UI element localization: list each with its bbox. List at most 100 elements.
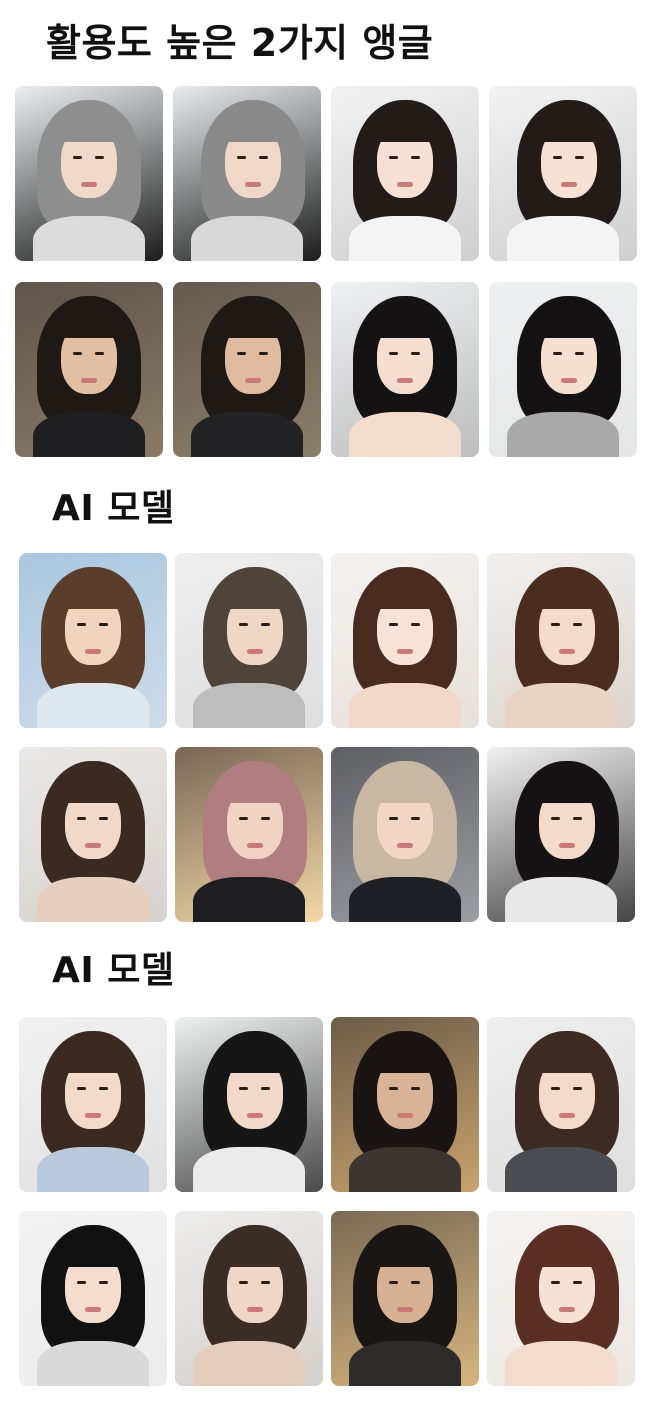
lips xyxy=(85,843,101,848)
lips xyxy=(247,1113,263,1118)
lips xyxy=(85,649,101,654)
lips xyxy=(397,843,413,848)
lips xyxy=(559,1307,575,1312)
hair-fringe xyxy=(531,1037,603,1073)
hair-fringe xyxy=(533,302,605,338)
torso xyxy=(193,1147,305,1192)
hair-fringe xyxy=(531,767,603,803)
lips xyxy=(397,1113,413,1118)
hair-fringe xyxy=(53,106,125,142)
eye-left xyxy=(239,817,248,820)
lips xyxy=(397,649,413,654)
hair-fringe xyxy=(57,573,129,609)
photo-woman-black-wavy-hair-striped-shirt xyxy=(175,1017,323,1192)
lips xyxy=(81,378,97,383)
hair-fringe xyxy=(219,573,291,609)
hair-fringe xyxy=(531,1231,603,1267)
eye-left xyxy=(389,623,398,626)
eye-left xyxy=(551,623,560,626)
lips xyxy=(559,649,575,654)
hair-fringe xyxy=(369,1231,441,1267)
torso xyxy=(349,412,461,457)
hair-fringe xyxy=(369,1037,441,1073)
eye-left xyxy=(239,623,248,626)
hair-fringe xyxy=(369,573,441,609)
torso xyxy=(193,1341,305,1386)
lips xyxy=(81,182,97,187)
photo-woman-dark-wavy-hair-white-shirt-side xyxy=(489,86,637,261)
eye-right xyxy=(95,352,104,355)
eye-left xyxy=(551,1087,560,1090)
eye-right xyxy=(411,352,420,355)
eye-left xyxy=(389,156,398,159)
torso xyxy=(505,683,617,728)
eye-left xyxy=(551,817,560,820)
hair-fringe xyxy=(369,767,441,803)
photo-man-gray-hair-hoodie-side xyxy=(173,86,321,261)
eye-right xyxy=(99,623,108,626)
eye-left xyxy=(389,1087,398,1090)
hair-fringe xyxy=(57,1037,129,1073)
eye-left xyxy=(237,156,246,159)
hair-fringe xyxy=(531,573,603,609)
lips xyxy=(559,843,575,848)
torso xyxy=(191,216,303,261)
eye-left xyxy=(553,156,562,159)
eye-right xyxy=(411,623,420,626)
photo-woman-brown-bob-bangs xyxy=(487,1017,635,1192)
hair-fringe xyxy=(57,767,129,803)
eye-left xyxy=(389,817,398,820)
lips xyxy=(85,1113,101,1118)
eye-right xyxy=(573,1087,582,1090)
photo-man-curly-hair-back-salon xyxy=(331,1017,479,1192)
torso xyxy=(505,1147,617,1192)
torso xyxy=(33,412,145,457)
eye-right xyxy=(261,817,270,820)
torso xyxy=(37,877,149,922)
photo-man-curly-hair-black-sweater-cafe xyxy=(15,282,163,457)
lips xyxy=(247,649,263,654)
lips xyxy=(247,1307,263,1312)
photo-woman-brown-bob-sky xyxy=(19,553,167,728)
eye-right xyxy=(261,1281,270,1284)
lips xyxy=(561,378,577,383)
eye-right xyxy=(573,623,582,626)
torso xyxy=(193,683,305,728)
eye-left xyxy=(389,1281,398,1284)
eye-right xyxy=(411,156,420,159)
lips xyxy=(559,1113,575,1118)
photo-woman-brown-layered-bangs-blue-top xyxy=(19,1017,167,1192)
torso xyxy=(349,1147,461,1192)
lips xyxy=(397,378,413,383)
eye-left xyxy=(73,156,82,159)
eye-right xyxy=(573,1281,582,1284)
hair-fringe xyxy=(217,106,289,142)
torso xyxy=(37,1341,149,1386)
eye-right xyxy=(95,156,104,159)
photo-woman-dark-wavy-hair-white-shirt-front xyxy=(331,86,479,261)
torso xyxy=(349,877,461,922)
photo-man-curly-hair-black-sweater-phone xyxy=(173,282,321,457)
hair-fringe xyxy=(369,106,441,142)
eye-right xyxy=(259,352,268,355)
hair-fringe xyxy=(217,302,289,338)
lips xyxy=(245,378,261,383)
photo-grid xyxy=(0,0,652,1420)
eye-left xyxy=(389,352,398,355)
torso xyxy=(37,683,149,728)
torso xyxy=(349,683,461,728)
eye-right xyxy=(573,817,582,820)
hair-fringe xyxy=(53,302,125,338)
eye-right xyxy=(261,1087,270,1090)
hair-fringe xyxy=(219,1231,291,1267)
eye-left xyxy=(239,1281,248,1284)
hair-fringe xyxy=(219,1037,291,1073)
photo-woman-long-brown-curls-smile xyxy=(487,553,635,728)
photo-woman-black-layered-hair-profile xyxy=(487,747,635,922)
photo-woman-long-wavy-brown-bangs xyxy=(19,747,167,922)
torso xyxy=(507,216,619,261)
photo-man-curly-hair-back-salon-2 xyxy=(331,1211,479,1386)
torso xyxy=(349,1341,461,1386)
photo-woman-short-ash-brown-hair xyxy=(175,553,323,728)
photo-woman-black-hime-cut-offshoulder xyxy=(19,1211,167,1386)
